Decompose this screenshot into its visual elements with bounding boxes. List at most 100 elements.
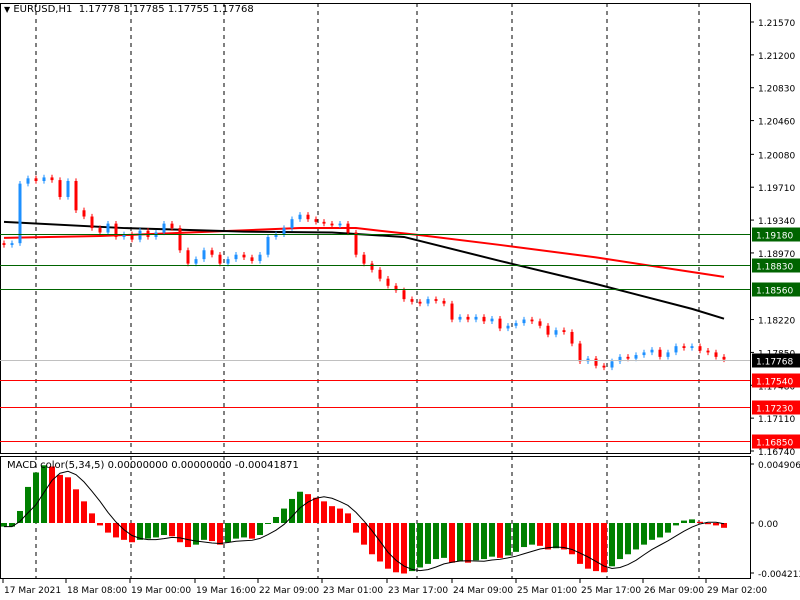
macd-bar [145,523,151,539]
candle [514,323,518,326]
macd-bar [689,519,695,523]
macd-bar [273,516,279,523]
macd-bar [713,523,719,526]
macd-bar [49,466,55,523]
candle [594,358,598,366]
candle [354,232,358,255]
macd-bar [345,513,351,523]
time-axis-label: 29 Mar 02:00 [707,586,767,596]
chart-window[interactable]: 1.21570 1.21200 1.20830 1.20460 1.20080 1.197… [0,0,800,600]
candle [626,356,630,359]
time-axis-label: 23 Mar 01:00 [323,586,383,596]
candle [642,352,646,356]
candle [554,330,558,335]
time-axis-label: 26 Mar 09:00 [644,586,704,596]
candle [250,257,254,261]
macd-bar [585,523,591,569]
macd-bar [657,523,663,538]
price-axis-label: 1.18970 [758,250,795,260]
candle [442,300,446,304]
candle [194,259,198,264]
price-axis-label: 1.19710 [758,184,795,194]
close-value: 1.17768 [212,4,254,15]
candle [82,210,86,217]
macd-value-1: 0.00000000 [107,460,169,471]
candle [530,319,534,322]
time-axis-label: 25 Mar 17:00 [581,586,641,596]
candle [634,355,638,359]
candle [466,316,470,320]
candle [50,177,54,181]
level-price-label: 1.18830 [756,263,793,273]
candle [346,223,350,233]
macd-bar [609,523,615,567]
candle [106,223,110,233]
candle [162,223,166,233]
candle [426,299,430,304]
candle [690,346,694,348]
price-chart[interactable]: 1.21570 1.21200 1.20830 1.20460 1.20080 1.197… [0,0,800,600]
level-price-label: 1.19180 [756,232,793,242]
macd-bar [681,520,687,523]
collapse-triangle-icon[interactable]: ▼ [4,5,10,14]
candle [290,219,294,229]
candle [410,299,414,302]
macd-bar [385,523,391,569]
candle [42,177,46,181]
macd-bar [641,523,647,545]
macd-bar [441,523,447,558]
macd-header: MACD color(5,34,5) 0.00000000 0.00000000… [7,460,299,471]
time-axis-label: 17 Mar 2021 [4,586,61,596]
candle [26,178,30,184]
macd-bar [113,523,119,538]
macd-bar [465,523,471,563]
macd-bar [169,523,175,537]
macd-bar [57,474,63,523]
candle [650,349,654,353]
macd-bar [417,523,423,568]
candle [386,278,390,286]
macd-bar [233,523,239,539]
time-axis-label: 19 Mar 16:00 [196,586,256,596]
price-axis-label: 1.21570 [758,19,795,29]
macd-bar [97,523,103,526]
macd-bar [593,523,599,572]
macd-bar [153,523,159,538]
candle [266,236,270,255]
macd-bar [561,523,567,550]
candle [74,180,78,211]
candle [186,250,190,264]
macd-bar [289,498,295,523]
macd-bar [265,523,271,524]
candle [722,356,726,360]
macd-bar [41,465,47,523]
main-pane-frame [0,3,751,454]
price-axis-label: 1.21200 [758,52,795,62]
candle [362,254,366,264]
price-axis-label: 1.18220 [758,317,795,327]
candle [458,316,462,320]
level-price-label: 1.18560 [756,287,793,297]
macd-bar [473,523,479,561]
macd-bar [449,523,455,563]
macd-bar [537,523,543,546]
candle [314,219,318,222]
candle [234,254,238,260]
candle [2,243,6,245]
macd-bar [81,501,87,523]
macd-bar [377,523,383,562]
candle [602,365,606,368]
symbol-label: EURUSD,H1 [13,4,73,15]
price-axis-label: 1.16740 [758,448,795,458]
candle [178,228,182,251]
candle [482,316,486,322]
macd-bar [625,523,631,555]
candle [434,299,438,301]
macd-bar [161,523,167,536]
candle [578,343,582,362]
chart-header: ▼ EURUSD,H1 1.17778 1.17785 1.17755 1.17… [4,4,254,15]
time-axis-label: 19 Mar 00:00 [131,586,191,596]
macd-bar [665,523,671,533]
price-axis-label: 1.17110 [758,415,795,425]
candle [538,321,542,326]
